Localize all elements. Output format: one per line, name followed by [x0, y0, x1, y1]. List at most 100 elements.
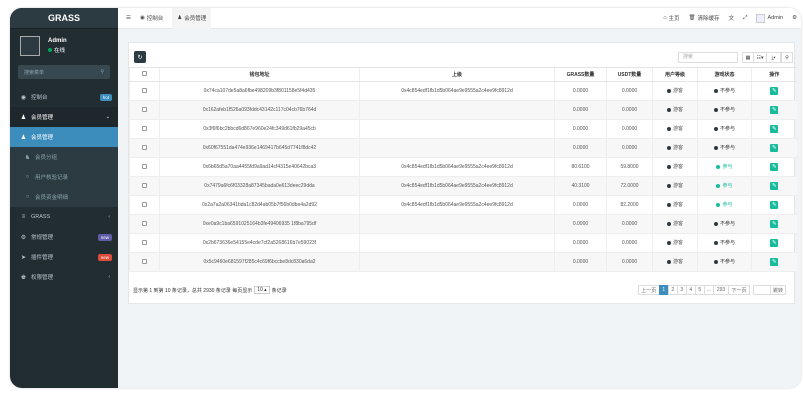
tab-dashboard[interactable]: ◉ 控制台: [140, 8, 163, 29]
game-status-label: 参与: [722, 183, 733, 190]
app-logo[interactable]: GRASS: [10, 8, 118, 29]
edit-icon[interactable]: ✎: [770, 258, 779, 266]
rocket-icon: ➤: [20, 254, 27, 261]
refresh-button[interactable]: ↻: [134, 51, 146, 63]
row-checkbox[interactable]: [129, 214, 160, 234]
row-checkbox[interactable]: [129, 252, 160, 272]
edit-icon[interactable]: ✎: [770, 239, 779, 247]
game-status-label: 参与: [722, 164, 733, 171]
usdt-amount-cell: 0.0000: [606, 214, 653, 234]
wallet-address-cell: 0xe0a9c1ba6591025164b3fe49406935 1f8ba79…: [159, 214, 360, 234]
edit-icon[interactable]: ✎: [770, 87, 779, 95]
select-all-checkbox[interactable]: [129, 67, 160, 82]
admin-menu[interactable]: Admin: [756, 13, 783, 23]
screen: GRASS Admin 在线 搜索菜单 ⚲ ◉ 控制台 hot ♟ 会员管理 ⌄ ♟ 会员管理…: [0, 0, 803, 393]
sidebar: GRASS Admin 在线 搜索菜单 ⚲ ◉ 控制台 hot ♟ 会员管理 ⌄ ♟ 会员管理…: [10, 8, 118, 388]
sidebar-item[interactable]: ≡ GRASS ‹: [10, 207, 118, 227]
table-row[interactable]: 0xe0a9c1ba6591025164b3fe49406935 1f8ba79…: [129, 214, 797, 234]
next-page-button[interactable]: 下一页: [727, 285, 750, 295]
column-header[interactable]: GRASS数量: [554, 67, 607, 82]
column-header[interactable]: USDT数量: [606, 67, 653, 82]
table-row[interactable]: 0x2a7a2a06341bda1c82d4ab05b7f56b0dbe4a2d…: [129, 195, 797, 215]
table-search-input[interactable]: 搜索: [678, 52, 738, 63]
row-checkbox[interactable]: [129, 176, 160, 196]
table-row[interactable]: 0x5c9460e681597f285c4c69f6bccbe8dc830a6d…: [129, 252, 797, 272]
sidebar-search-input[interactable]: 搜索菜单: [24, 69, 44, 76]
column-header[interactable]: 钱包地址: [159, 67, 360, 82]
table-row[interactable]: 0x7479a6fc6f03328a87345bada0e613deec29dd…: [129, 176, 797, 196]
user-level-cell: 游客: [652, 119, 698, 139]
tab-members[interactable]: ♟ 会员管理: [172, 8, 212, 29]
sidebar-item[interactable]: ♞ 会员分组: [10, 147, 118, 167]
edit-icon[interactable]: ✎: [770, 163, 779, 171]
sidebar-item[interactable]: ○ 会员资金明细: [10, 187, 118, 207]
clear-cache-button[interactable]: 🗑 清除缓存: [689, 14, 720, 22]
user-level-label: 游客: [672, 126, 683, 133]
user-status: 在线: [48, 46, 67, 54]
table-row[interactable]: 0x3f6f6bc2bbcd6d867e960e24fc349d61fb29a4…: [129, 119, 797, 139]
row-checkbox[interactable]: [129, 195, 160, 215]
row-checkbox[interactable]: [129, 81, 160, 101]
level-dot-icon: [666, 145, 671, 150]
table-row[interactable]: 0x2b673636e54155e4cde7cf2a5268616b7e5902…: [129, 233, 797, 253]
export-button[interactable]: ⤓▾: [766, 52, 781, 63]
edit-icon[interactable]: ✎: [770, 125, 779, 133]
fullscreen-icon[interactable]: ⤢: [743, 15, 747, 22]
user-level-label: 游客: [672, 240, 683, 247]
settings-icon[interactable]: ⚙: [792, 15, 797, 21]
usdt-amount-cell: 0.0000: [606, 252, 653, 272]
actions-cell: ✎: [751, 81, 797, 101]
sidebar-search[interactable]: 搜索菜单 ⚲: [18, 65, 110, 79]
edit-icon[interactable]: ✎: [770, 106, 779, 114]
menu-toggle-icon[interactable]: ☰: [126, 15, 131, 21]
sidebar-item[interactable]: ♚ 权限管理 ‹: [10, 267, 118, 287]
sidebar-item[interactable]: ○ 用户核验记录: [10, 167, 118, 187]
sidebar-item[interactable]: ◉ 控制台 hot: [10, 87, 118, 107]
jump-page-input[interactable]: [752, 285, 771, 295]
column-header[interactable]: 上级: [359, 67, 555, 82]
edit-icon[interactable]: ✎: [770, 220, 779, 228]
table-row[interactable]: 0x74ca107de5a8a6fbe498209b3f801158e5f4d4…: [129, 81, 797, 101]
sidebar-item[interactable]: ♟ 会员管理 ⌄: [10, 107, 118, 127]
status-dot-icon: [713, 145, 718, 150]
row-checkbox[interactable]: [129, 138, 160, 158]
game-status-cell: 参与: [697, 157, 752, 177]
level-dot-icon: [666, 183, 671, 188]
user-level-label: 游客: [672, 221, 683, 228]
table-row[interactable]: 0x60f67551da474e936e1469417b645d7741f8dc…: [129, 138, 797, 158]
page-link[interactable]: 293: [712, 285, 729, 295]
edit-icon[interactable]: ✎: [770, 182, 779, 190]
table-row[interactable]: 0x162afeb1f526a093fddc43142c117c04cb76b7…: [129, 100, 797, 120]
sidebar-item[interactable]: ⚙ 常规管理 new: [10, 227, 118, 247]
circle-icon: ○: [25, 194, 30, 200]
game-status-cell: 不参与: [697, 252, 752, 272]
prev-page-button[interactable]: 上一页: [637, 285, 660, 295]
columns-button[interactable]: ☷▾: [753, 52, 767, 63]
status-dot-icon: [713, 221, 718, 226]
column-header[interactable]: 用户等级: [652, 67, 698, 82]
page-size-select[interactable]: 10 ▴: [254, 286, 270, 294]
edit-icon[interactable]: ✎: [770, 201, 779, 209]
page-links: 上一页 1 2 3 4 5... 293 下一页 跳转: [637, 285, 786, 295]
advanced-search-button[interactable]: ⚲: [781, 52, 793, 63]
table-row[interactable]: 0x6b65d5a70aa4455fd9a9ad14cf4315e40642bc…: [129, 157, 797, 177]
usdt-amount-cell: 82.2000: [606, 195, 653, 215]
jump-button[interactable]: 跳转: [769, 285, 786, 295]
home-link[interactable]: ⌂ 主页: [663, 14, 679, 22]
sidebar-item[interactable]: ♟ 会员管理: [10, 127, 118, 147]
row-checkbox[interactable]: [129, 157, 160, 177]
edit-icon[interactable]: ✎: [770, 144, 779, 152]
search-icon[interactable]: ⚲: [100, 69, 104, 75]
column-header[interactable]: 游戏状态: [697, 67, 752, 82]
column-header[interactable]: 操作: [751, 67, 797, 82]
translate-icon[interactable]: 文: [729, 14, 735, 22]
game-status-cell: 不参与: [697, 138, 752, 158]
usdt-amount-cell: 0.0000: [606, 119, 653, 139]
member-table: 钱包地址 上级 GRASS数量 USDT数量 用户等级 游戏状态 操作 0x74…: [129, 67, 797, 272]
row-checkbox[interactable]: [129, 100, 160, 120]
pagination-bar: 显示第 1 到第 10 条记录，总共 2930 条记录 每页显示 10 ▴ 条记…: [129, 283, 794, 299]
pagination-info-suffix: 条记录: [271, 287, 287, 294]
row-checkbox[interactable]: [129, 119, 160, 139]
row-checkbox[interactable]: [129, 233, 160, 253]
sidebar-item[interactable]: ➤ 插件管理 new: [10, 247, 118, 267]
